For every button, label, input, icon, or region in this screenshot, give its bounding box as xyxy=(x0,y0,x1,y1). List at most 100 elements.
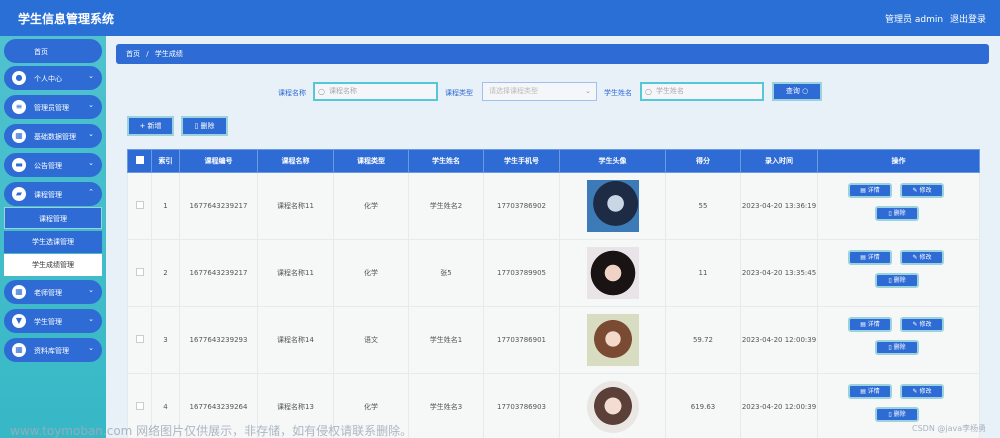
sidebar-item-label: 管理员管理 xyxy=(34,104,69,112)
row-checkbox[interactable] xyxy=(127,306,152,374)
cell-score: 59.72 xyxy=(665,306,741,374)
score-table: 索引 课程编号 课程名称 课程类型 学生姓名 学生手机号 学生头像 得分 录入时… xyxy=(127,149,980,438)
row-delete-button[interactable]: ▯ 删除 xyxy=(875,206,919,221)
detail-button-label: 详情 xyxy=(867,388,880,395)
column-header: 操作 xyxy=(817,149,980,173)
pencil-icon: ✎ xyxy=(912,388,918,395)
chevron-down-icon: ⌄ xyxy=(585,87,591,95)
chevron-down-icon: ⌄ xyxy=(88,286,94,294)
sidebar-item-student[interactable]: ▼ 学生管理 ⌄ xyxy=(4,309,102,333)
sidebar-subitem-course-selection[interactable]: 学生选课管理 xyxy=(4,231,102,253)
cell-phone: 17703786901 xyxy=(483,306,560,374)
logout-link[interactable]: 退出登录 xyxy=(950,12,986,25)
row-checkbox[interactable] xyxy=(127,239,152,307)
row-checkbox[interactable] xyxy=(127,172,152,240)
row-delete-button[interactable]: ▯ 删除 xyxy=(875,273,919,288)
detail-button-label: 详情 xyxy=(867,254,880,261)
cell-phone: 17703786903 xyxy=(483,373,560,438)
detail-button[interactable]: ▤ 详情 xyxy=(848,384,892,399)
course-name-input[interactable]: ○ 课程名称 xyxy=(313,82,438,101)
sidebar-item-personal-center[interactable]: ● 个人中心 ⌄ xyxy=(4,66,102,90)
cell-index: 2 xyxy=(151,239,180,307)
sidebar-item-course[interactable]: ▰ 课程管理 ⌃ xyxy=(4,182,102,206)
edit-button[interactable]: ✎ 修改 xyxy=(900,317,944,332)
trash-icon: ▯ xyxy=(888,210,892,217)
row-delete-button[interactable]: ▯ 删除 xyxy=(875,340,919,355)
edit-button-label: 修改 xyxy=(919,254,932,261)
cell-score: 619.63 xyxy=(665,373,741,438)
user-icon: ● xyxy=(12,71,26,85)
sidebar-item-label: 首页 xyxy=(34,48,48,56)
row-delete-button-label: 删除 xyxy=(893,344,906,351)
chevron-down-icon: ⌄ xyxy=(88,101,94,109)
chevron-down-icon: ⌄ xyxy=(88,72,94,80)
edit-button-label: 修改 xyxy=(919,187,932,194)
breadcrumb-home[interactable]: 首页 xyxy=(126,50,140,58)
current-user: 管理员 admin xyxy=(885,15,944,25)
sidebar-item-notice[interactable]: ▬ 公告管理 ⌄ xyxy=(4,153,102,177)
row-delete-button-label: 删除 xyxy=(893,210,906,217)
sidebar-item-label: 基础数据管理 xyxy=(34,133,76,141)
sidebar-subitem-course[interactable]: 课程管理 xyxy=(4,207,102,229)
delete-button-label: 删除 xyxy=(200,122,215,130)
sidebar-item-library[interactable]: ▦ 资料库管理 ⌄ xyxy=(4,338,102,362)
detail-button[interactable]: ▤ 详情 xyxy=(848,250,892,265)
cell-course-type: 语文 xyxy=(333,306,409,374)
cell-avatar xyxy=(559,172,666,240)
edit-button[interactable]: ✎ 修改 xyxy=(900,250,944,265)
cell-course-type: 化学 xyxy=(333,239,409,307)
cell-time: 2023-04-20 13:36:19 xyxy=(740,172,818,240)
course-type-select[interactable]: 请选择课程类型 ⌄ xyxy=(482,82,597,101)
detail-button-label: 详情 xyxy=(867,187,880,194)
cell-index: 3 xyxy=(151,306,180,374)
cell-avatar xyxy=(559,373,666,438)
document-icon: ▤ xyxy=(860,388,866,395)
column-header: 课程名称 xyxy=(257,149,334,173)
detail-button[interactable]: ▤ 详情 xyxy=(848,317,892,332)
cell-course-name: 课程名称11 xyxy=(257,239,334,307)
query-button[interactable]: 查询 ○ xyxy=(772,82,822,101)
search-icon: ○ xyxy=(802,87,809,95)
sidebar-item-admin-management[interactable]: ≡ 管理员管理 ⌄ xyxy=(4,95,102,119)
sidebar-item-basic-data[interactable]: ▦ 基础数据管理 ⌄ xyxy=(4,124,102,148)
table-header: 索引 课程编号 课程名称 课程类型 学生姓名 学生手机号 学生头像 得分 录入时… xyxy=(127,149,980,173)
grid-icon: ▦ xyxy=(12,129,26,143)
column-header: 学生手机号 xyxy=(483,149,560,173)
detail-button[interactable]: ▤ 详情 xyxy=(848,183,892,198)
watermark: www.toymoban.com 网络图片仅供展示，非存储，如有侵权请联系删除。 xyxy=(10,424,413,438)
edit-button-label: 修改 xyxy=(919,321,932,328)
column-header: 得分 xyxy=(665,149,741,173)
student-name-input[interactable]: ○ 学生姓名 xyxy=(640,82,764,101)
pencil-icon: ✎ xyxy=(912,321,918,328)
avatar xyxy=(586,381,639,433)
search-icon: ○ xyxy=(318,87,325,96)
detail-button-label: 详情 xyxy=(867,321,880,328)
select-all-checkbox[interactable] xyxy=(127,149,152,173)
row-delete-button[interactable]: ▯ 删除 xyxy=(875,407,919,422)
avatar xyxy=(586,180,639,232)
sidebar-subitem-score[interactable]: 学生成绩管理 xyxy=(4,254,102,276)
course-name-label: 课程名称 xyxy=(278,89,306,97)
column-header: 录入时间 xyxy=(740,149,818,173)
avatar xyxy=(586,314,639,366)
avatar xyxy=(586,247,639,299)
cell-phone: 17703786902 xyxy=(483,172,560,240)
add-button[interactable]: + 新增 xyxy=(127,116,174,136)
cell-course-type: 化学 xyxy=(333,172,409,240)
cell-index: 1 xyxy=(151,172,180,240)
shirt-icon: ▼ xyxy=(12,314,26,328)
column-header: 课程编号 xyxy=(179,149,258,173)
edit-button[interactable]: ✎ 修改 xyxy=(900,183,944,198)
sidebar-item-teacher[interactable]: ▦ 老师管理 ⌄ xyxy=(4,280,102,304)
document-icon: ▤ xyxy=(860,254,866,261)
course-name-placeholder: 课程名称 xyxy=(329,87,357,95)
cell-time: 2023-04-20 12:00:39 xyxy=(740,373,818,438)
breadcrumb-separator: / xyxy=(146,50,149,58)
sidebar-item-label: 老师管理 xyxy=(34,289,62,297)
edit-button[interactable]: ✎ 修改 xyxy=(900,384,944,399)
cell-actions: ▤ 详情 ✎ 修改 ▯ 删除 xyxy=(817,306,980,374)
table-row: 2 1677643239217 课程名称11 化学 张5 17703789905… xyxy=(127,239,980,307)
chevron-down-icon: ⌄ xyxy=(88,159,94,167)
sidebar-item-home[interactable]: 首页 xyxy=(4,39,102,63)
delete-button[interactable]: ▯ 删除 xyxy=(181,116,228,136)
